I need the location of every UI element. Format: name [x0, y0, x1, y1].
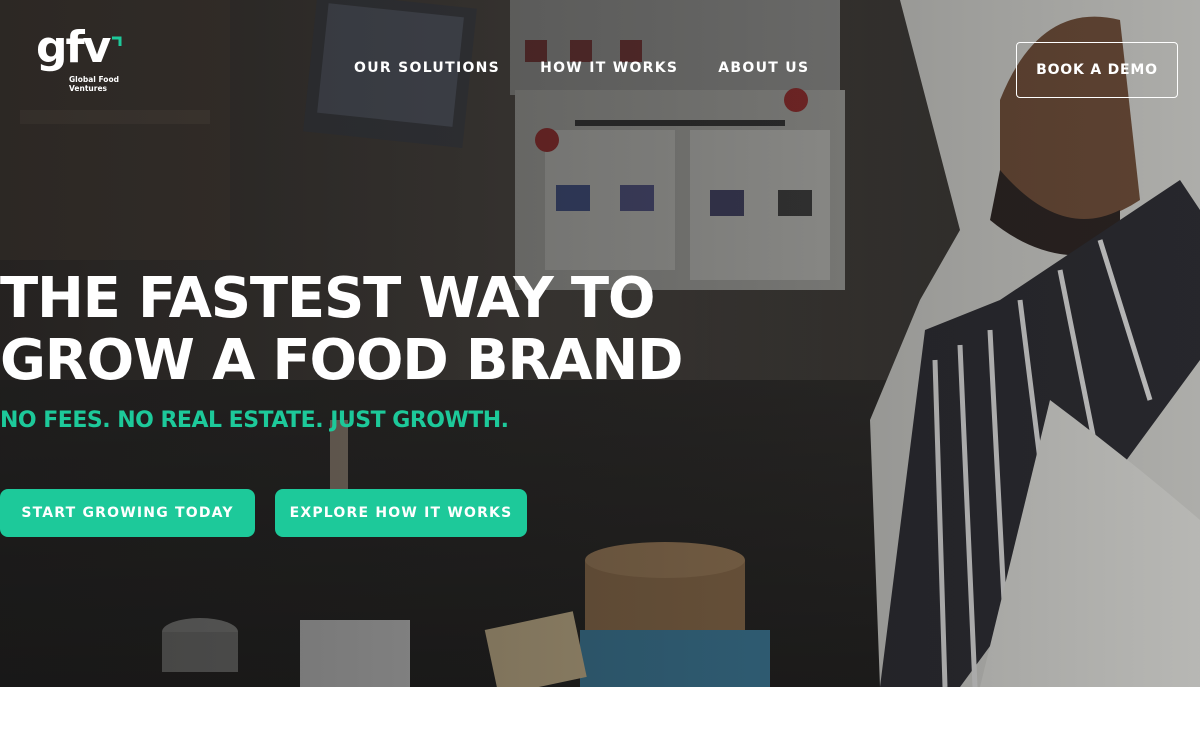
logo-subtitle-line1: Global Food [69, 75, 119, 84]
brand-logo[interactable]: gfv Global Food Ventures [36, 26, 129, 96]
explore-how-it-works-button[interactable]: EXPLORE HOW IT WORKS [275, 489, 527, 537]
hero-headline-line2: GROW A FOOD BRAND [0, 328, 684, 393]
logo-subtitle: Global Food Ventures [69, 75, 129, 93]
main-nav: OUR SOLUTIONS HOW IT WORKS ABOUT US [354, 60, 809, 76]
nav-our-solutions[interactable]: OUR SOLUTIONS [354, 60, 500, 76]
book-demo-button[interactable]: BOOK A DEMO [1016, 42, 1178, 98]
nav-how-it-works[interactable]: HOW IT WORKS [540, 60, 678, 76]
start-growing-button[interactable]: START GROWING TODAY [0, 489, 255, 537]
hero-headline-line1: THE FASTEST WAY TO [0, 266, 655, 331]
logo-subtitle-line2: Ventures [69, 84, 107, 93]
logo-arrow-icon [112, 36, 122, 46]
hero-headline: THE FASTEST WAY TO GROW A FOOD BRAND [0, 268, 720, 392]
nav-about-us[interactable]: ABOUT US [718, 60, 809, 76]
below-hero-section [0, 687, 1200, 750]
logo-mark: gfv [36, 22, 111, 73]
hero-section: gfv Global Food Ventures OUR SOLUTIONS H… [0, 0, 1200, 687]
hero-tagline: NO FEES. NO REAL ESTATE. JUST GROWTH. [0, 408, 509, 433]
